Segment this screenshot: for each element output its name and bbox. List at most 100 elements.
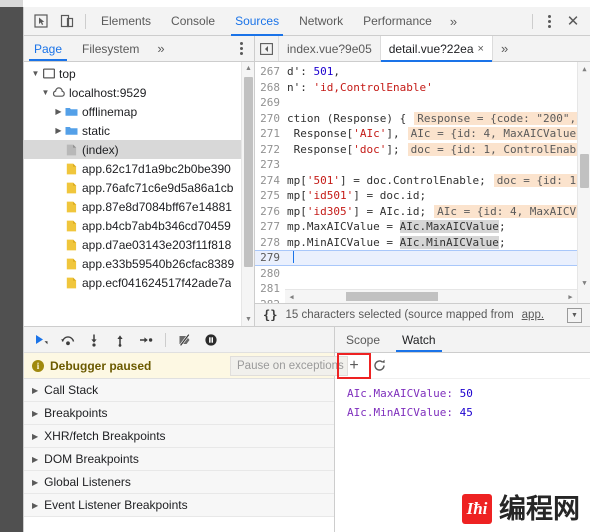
- chevron-right-icon[interactable]: ▶: [32, 455, 38, 464]
- tree-item-script[interactable]: app.62c17d1a9bc2b0be390: [24, 159, 254, 178]
- file-tree-scrollbar[interactable]: ▲ ▼: [241, 62, 254, 326]
- code-line[interactable]: 277 mp.MaxAICValue = AIc.MaxAICValue;: [255, 219, 577, 235]
- pause-on-exceptions-input[interactable]: Pause on exceptions: [230, 356, 348, 376]
- twisty-icon[interactable]: ▼: [30, 69, 41, 78]
- code-line[interactable]: 275 mp['id501'] = doc.id;: [255, 188, 577, 204]
- step-button[interactable]: [134, 329, 158, 351]
- chevron-right-icon[interactable]: ▶: [32, 501, 38, 510]
- scrollbar-thumb[interactable]: [580, 154, 589, 188]
- scroll-up-arrow-icon[interactable]: ▲: [578, 62, 590, 75]
- navigator-toggle-icon[interactable]: [255, 36, 279, 61]
- tree-item-top[interactable]: ▼ top: [24, 64, 254, 83]
- document-icon: [64, 144, 79, 156]
- scroll-down-arrow-icon[interactable]: ▼: [578, 276, 590, 289]
- tab-console[interactable]: Console: [161, 7, 225, 36]
- deactivate-breakpoints-button[interactable]: [173, 329, 197, 351]
- step-out-button[interactable]: [108, 329, 132, 351]
- code-line[interactable]: 280: [255, 266, 577, 282]
- tree-item-script[interactable]: app.87e8d7084bff67e14881: [24, 197, 254, 216]
- twisty-icon[interactable]: ▶: [53, 126, 64, 135]
- section-label: DOM Breakpoints: [44, 452, 139, 466]
- tree-item-offlinemap[interactable]: ▶ offlinemap: [24, 102, 254, 121]
- section-dom-breakpoints[interactable]: ▶ DOM Breakpoints: [24, 448, 334, 471]
- scroll-up-arrow-icon[interactable]: ▲: [242, 62, 254, 75]
- code-editor[interactable]: 267 d': 501, 268 n': 'id,ControlEnable' …: [255, 62, 590, 303]
- code-line[interactable]: 269: [255, 95, 577, 111]
- scroll-left-arrow-icon[interactable]: ◀: [285, 293, 298, 301]
- tree-item-script[interactable]: app.b4cb7ab4b346cd70459: [24, 216, 254, 235]
- editor-tab-detail-vue[interactable]: detail.vue?22ea ×: [380, 36, 493, 62]
- tab-performance[interactable]: Performance: [353, 7, 442, 36]
- refresh-watch-button[interactable]: [369, 356, 389, 376]
- line-source: mp.MaxAICValue = AIc.MaxAICValue;: [287, 220, 506, 234]
- scrollbar-thumb[interactable]: [346, 291, 438, 301]
- tree-item-script[interactable]: app.76afc71c6e9d5a86a1cb: [24, 178, 254, 197]
- twisty-icon[interactable]: ▼: [40, 88, 51, 97]
- scroll-right-arrow-icon[interactable]: ▶: [564, 293, 577, 301]
- scrollbar-thumb[interactable]: [244, 77, 253, 267]
- tab-watch[interactable]: Watch: [391, 327, 447, 352]
- resume-script-button[interactable]: [30, 329, 54, 351]
- tree-item-label: offlinemap: [82, 104, 138, 119]
- tab-sources[interactable]: Sources: [225, 7, 289, 36]
- tab-scope[interactable]: Scope: [335, 327, 391, 352]
- inline-value-hint: AIc = {id: 4, MaxAICV: [434, 204, 580, 218]
- tree-item-script[interactable]: app.ecf041624517f42ade7a: [24, 273, 254, 292]
- pause-on-exceptions-button[interactable]: [199, 329, 223, 351]
- inline-value-hint: doc = {id: 1, ControlEnab: [407, 142, 580, 156]
- code-line[interactable]: 267 d': 501,: [255, 64, 577, 80]
- code-line[interactable]: 273: [255, 157, 577, 173]
- chevron-right-icon[interactable]: ▶: [32, 386, 38, 395]
- watch-expression-item[interactable]: AIc.MaxAICValue: 50: [347, 384, 590, 403]
- section-xhr-fetch-breakpoints[interactable]: ▶ XHR/fetch Breakpoints: [24, 425, 334, 448]
- tab-page[interactable]: Page: [24, 36, 72, 61]
- tree-item-static[interactable]: ▶ static: [24, 121, 254, 140]
- selected-text: AIc.MaxAICValue: [399, 220, 499, 234]
- code-line[interactable]: 271 Response['AIc'], AIc = {id: 4, MaxAIC…: [255, 126, 580, 142]
- section-global-listeners[interactable]: ▶ Global Listeners: [24, 471, 334, 494]
- tree-item-script[interactable]: app.e33b59540b26cfac8389: [24, 254, 254, 273]
- tab-elements[interactable]: Elements: [91, 7, 161, 36]
- pretty-print-icon[interactable]: {}: [263, 308, 277, 322]
- code-line[interactable]: 278 mp.MinAICValue = AIc.MinAICValue;: [255, 235, 577, 251]
- tree-item-localhost[interactable]: ▼ localhost:9529: [24, 83, 254, 102]
- tree-item-index[interactable]: (index): [24, 140, 254, 159]
- section-event-listener-breakpoints[interactable]: ▶ Event Listener Breakpoints: [24, 494, 334, 517]
- navigator-kebab-menu-icon[interactable]: [230, 36, 252, 60]
- code-line[interactable]: 276 mp['id305'] = AIc.id; AIc = {id: 4, M…: [255, 204, 580, 220]
- chevron-down-boxed-icon[interactable]: ▼: [567, 307, 582, 323]
- chevron-right-icon[interactable]: ▶: [32, 409, 38, 418]
- close-icon[interactable]: ✕: [560, 9, 586, 33]
- code-line-current[interactable]: 279: [255, 250, 577, 266]
- editor-more-tabs-chevron-icon[interactable]: »: [493, 36, 516, 61]
- source-map-link[interactable]: app.: [522, 309, 544, 321]
- navigator-more-chevron-icon[interactable]: »: [149, 36, 172, 61]
- section-breakpoints[interactable]: ▶ Breakpoints: [24, 402, 334, 425]
- editor-vertical-scrollbar[interactable]: ▲ ▼: [577, 62, 590, 303]
- code-line[interactable]: 272 Response['doc']; doc = {id: 1, Contro…: [255, 142, 580, 158]
- tab-network[interactable]: Network: [289, 7, 353, 36]
- editor-horizontal-scrollbar[interactable]: ◀ ▶: [285, 289, 577, 303]
- inspect-cursor-icon[interactable]: [28, 9, 54, 33]
- code-line[interactable]: 270 ction (Response) {Response = {code: …: [255, 111, 580, 127]
- code-line[interactable]: 274 mp['501'] = doc.ControlEnable; doc = …: [255, 173, 580, 189]
- add-watch-expression-button[interactable]: +: [337, 352, 371, 379]
- scroll-down-arrow-icon[interactable]: ▼: [242, 313, 254, 326]
- more-panels-chevron-icon[interactable]: »: [442, 7, 465, 36]
- chevron-right-icon[interactable]: ▶: [32, 478, 38, 487]
- step-over-button[interactable]: [56, 329, 80, 351]
- tree-item-script[interactable]: app.d7ae03143e203f11f818: [24, 235, 254, 254]
- tab-filesystem[interactable]: Filesystem: [72, 36, 149, 61]
- kebab-menu-icon[interactable]: [538, 9, 560, 33]
- watch-expression-item[interactable]: AIc.MinAICValue: 45: [347, 403, 590, 422]
- chevron-right-icon[interactable]: ▶: [32, 432, 38, 441]
- line-number: 268: [260, 80, 280, 94]
- editor-tab-index-vue[interactable]: index.vue?9e05: [279, 36, 381, 61]
- code-line[interactable]: 268 n': 'id,ControlEnable': [255, 80, 577, 96]
- device-toolbar-icon[interactable]: [54, 9, 80, 33]
- section-call-stack[interactable]: ▶ Call Stack: [24, 379, 334, 402]
- hscroll-track[interactable]: [298, 290, 564, 304]
- twisty-icon[interactable]: ▶: [53, 107, 64, 116]
- step-into-button[interactable]: [82, 329, 106, 351]
- editor-tab-close-icon[interactable]: ×: [478, 43, 484, 55]
